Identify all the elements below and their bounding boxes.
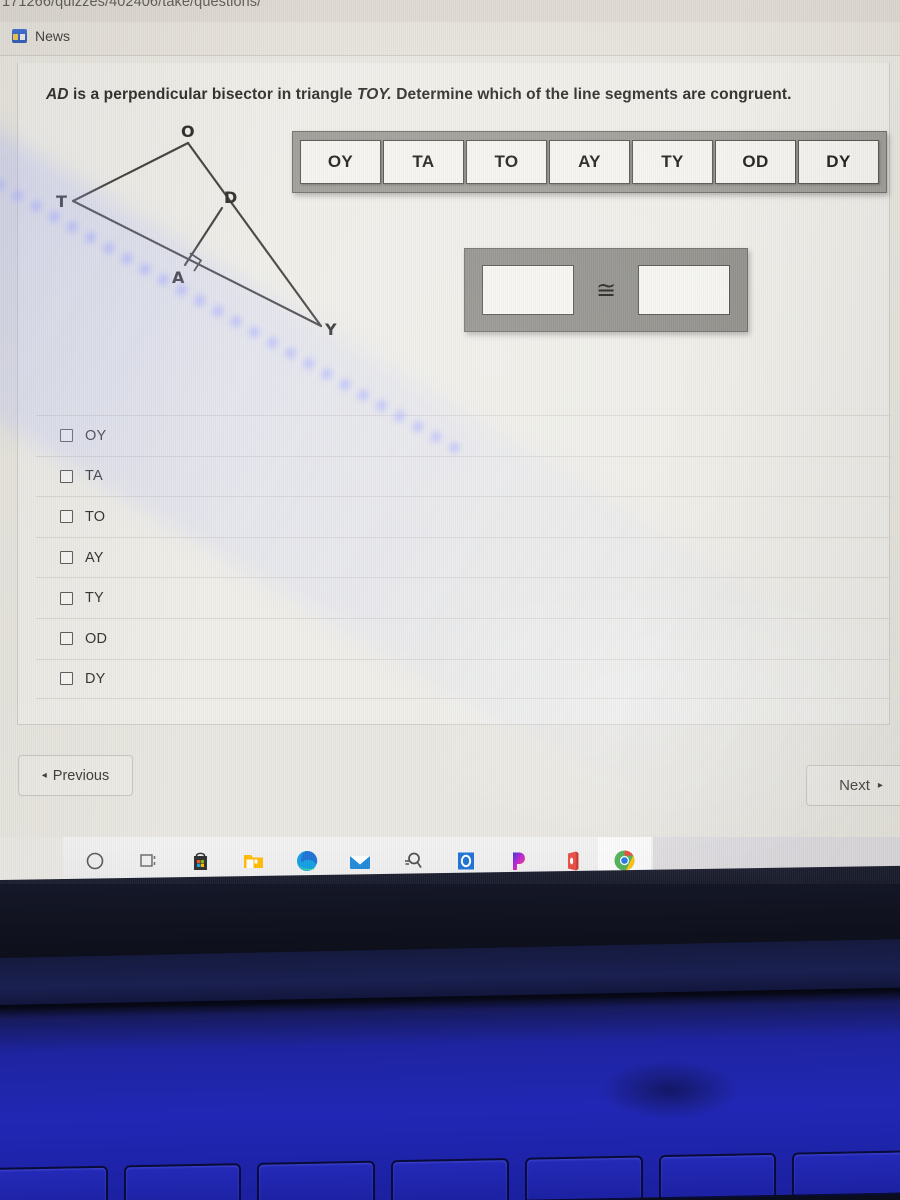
drop-target-right[interactable]: [638, 265, 731, 315]
checkbox-label-ty: TY: [85, 590, 104, 607]
checkbox-oy[interactable]: [60, 429, 73, 443]
question-triangle-label: TOY.: [356, 86, 392, 103]
next-question-button[interactable]: Next ▸: [806, 765, 900, 806]
vertex-label-T: T: [56, 192, 67, 211]
checkbox-ta[interactable]: [60, 469, 73, 483]
checkbox-row-od[interactable]: OD: [36, 617, 891, 659]
checkbox-row-dy[interactable]: DY: [36, 658, 891, 700]
bookmark-label: News: [35, 28, 71, 44]
laptop-photo: 171266/quizzes/402406/take/questions/ Ne…: [0, 0, 900, 1200]
draggable-tile-oy[interactable]: OY: [300, 140, 381, 184]
checkbox-od[interactable]: [60, 632, 73, 646]
checkbox-label-oy: OY: [85, 427, 107, 444]
checkbox-ty[interactable]: [60, 591, 73, 605]
chevron-left-icon: ◂: [41, 770, 47, 781]
deck-glow-spot: [600, 1060, 740, 1120]
vertex-label-Y: Y: [324, 320, 337, 339]
answer-tile-bank: OY TA TO AY TY OD DY: [292, 131, 887, 193]
vertex-label-D: D: [224, 188, 237, 207]
keyboard-key: [123, 1163, 242, 1200]
checkbox-label-dy: DY: [85, 670, 106, 687]
draggable-tile-dy[interactable]: DY: [798, 140, 879, 184]
checkbox-label-to: TO: [85, 508, 106, 525]
keyboard-key: [257, 1160, 376, 1200]
draggable-tile-ty[interactable]: TY: [632, 140, 713, 184]
quiz-question-card: AD is a perpendicular bisector in triang…: [17, 63, 891, 725]
answer-checkbox-list: OY TA TO AY TY OD DY: [36, 415, 891, 700]
draggable-tile-ay[interactable]: AY: [549, 140, 630, 184]
news-folder-icon: [12, 29, 27, 43]
checkbox-label-ta: TA: [85, 468, 103, 485]
congruence-symbol: ≅: [595, 276, 617, 304]
checkbox-row-ta[interactable]: TA: [36, 455, 891, 497]
keyboard-key: [792, 1150, 900, 1197]
bookmarks-bar: News: [0, 22, 900, 56]
keyboard-key: [524, 1155, 643, 1200]
url-text: 171266/quizzes/402406/take/questions/: [2, 0, 262, 10]
vertex-label-O: O: [181, 123, 195, 141]
checkbox-row-oy[interactable]: OY: [36, 415, 891, 456]
checkbox-dy[interactable]: [60, 672, 73, 686]
answer-drop-zone: ≅: [464, 248, 748, 332]
previous-question-button[interactable]: ◂ Previous: [18, 755, 133, 796]
next-button-label: Next: [839, 777, 870, 794]
chevron-right-icon: ▸: [877, 780, 883, 791]
laptop-screen: 171266/quizzes/402406/take/questions/ Ne…: [0, 0, 900, 884]
question-segment-label: AD: [46, 86, 69, 103]
vertex-label-A: A: [172, 268, 185, 287]
checkbox-row-to[interactable]: TO: [36, 496, 891, 537]
draggable-tile-to[interactable]: TO: [466, 140, 547, 184]
drop-target-left[interactable]: [481, 265, 574, 315]
checkbox-to[interactable]: [60, 510, 73, 524]
taskbar-left-padding: [0, 837, 63, 884]
checkbox-row-ty[interactable]: TY: [36, 577, 891, 618]
checkbox-ay[interactable]: [60, 551, 73, 565]
question-text-part2: Determine which of the line segments are…: [391, 86, 792, 103]
checkbox-row-ay[interactable]: AY: [36, 536, 891, 578]
question-text: AD is a perpendicular bisector in triang…: [46, 83, 846, 106]
draggable-tile-ta[interactable]: TA: [383, 140, 464, 184]
checkbox-label-od: OD: [85, 630, 108, 647]
keyboard-key: [0, 1165, 108, 1200]
keyboard-key: [391, 1158, 509, 1200]
cortana-icon[interactable]: [68, 837, 121, 884]
previous-button-label: Previous: [52, 767, 110, 784]
bookmark-news[interactable]: News: [12, 28, 70, 44]
keyboard-key: [658, 1152, 777, 1200]
draggable-tile-od[interactable]: OD: [715, 140, 796, 184]
checkbox-label-ay: AY: [85, 549, 104, 566]
browser-address-bar[interactable]: 171266/quizzes/402406/take/questions/: [0, 0, 900, 22]
question-text-part1: is a perpendicular bisector in triangle: [68, 86, 357, 103]
